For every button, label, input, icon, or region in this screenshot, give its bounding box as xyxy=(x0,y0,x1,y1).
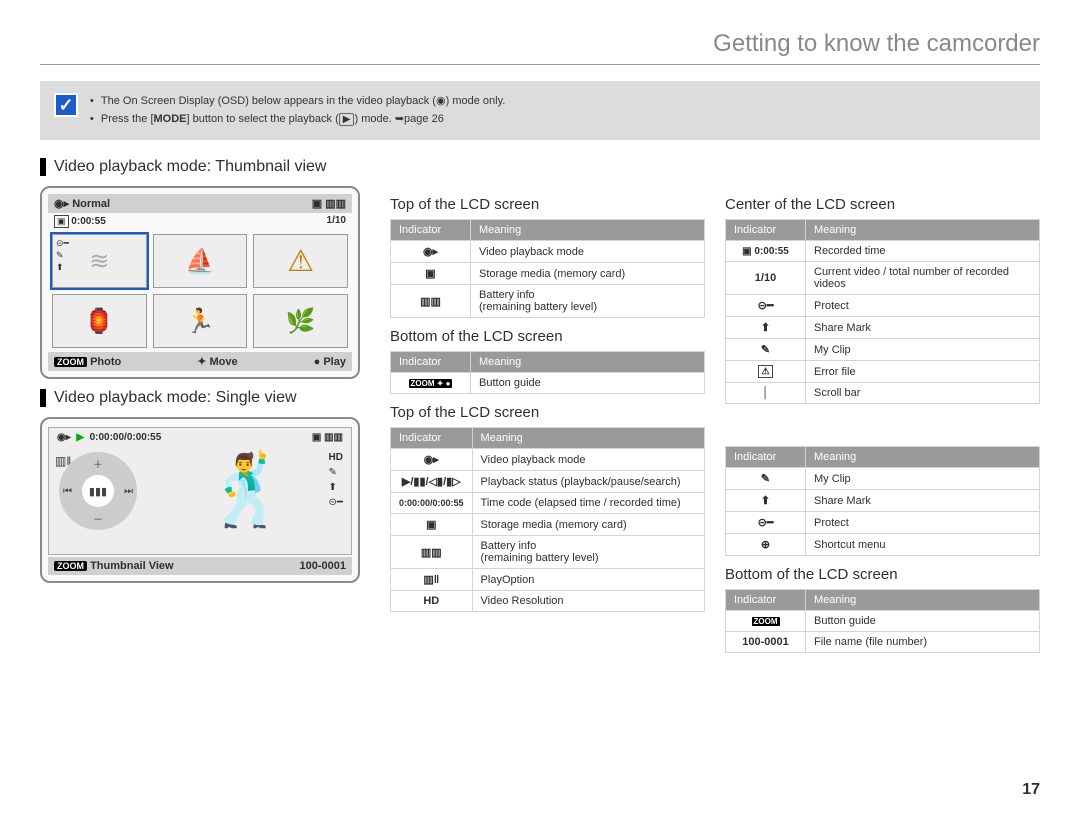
table-row: 100-0001File name (file number) xyxy=(726,632,1040,653)
thumbnail-6: 🌿 xyxy=(253,294,348,348)
note-list: The On Screen Display (OSD) below appear… xyxy=(90,93,505,128)
table-row: 1/10Current video / total number of reco… xyxy=(726,262,1040,295)
table-row: ⊕Shortcut menu xyxy=(726,534,1040,556)
table-row: ⊝━Protect xyxy=(726,512,1040,534)
sharemark-icon: ⬆ xyxy=(329,482,343,493)
protect-icon: ⊝━ xyxy=(726,512,806,534)
table-row: ▣Storage media (memory card) xyxy=(391,514,705,536)
battery-icon: ▥▥ xyxy=(391,536,473,569)
card-icon: ▣ xyxy=(391,263,471,285)
playback-mode-icon: ◉ xyxy=(436,95,446,107)
thumbnail-2: ⛵ xyxy=(153,234,248,288)
table-row: ⚠Error file xyxy=(726,361,1040,383)
card-icon: ▣ xyxy=(312,432,321,443)
table-row: ▣ 0:00:55Recorded time xyxy=(726,241,1040,262)
page-number: 17 xyxy=(1022,781,1040,799)
protect-icon: ⊝━ xyxy=(329,497,343,508)
sharemark-icon: ⬆ xyxy=(726,490,806,512)
play-icon: ▶ xyxy=(76,432,84,443)
table-row: HDVideo Resolution xyxy=(391,591,705,612)
card-icon: ▣ xyxy=(391,514,473,536)
lcd-single-body: ◉▸ ▶ 0:00:00/0:00:55 ▣ ▥▥ HD ✎ ⬆ ⊝━ ▥‖ ＋… xyxy=(48,427,352,555)
table-top-lcd-single-left: IndicatorMeaning ◉▸Video playback mode ▶… xyxy=(390,427,705,612)
table-row: ✎My Clip xyxy=(726,339,1040,361)
lcd-single-footer: ZOOM Thumbnail View 100-0001 xyxy=(48,557,352,575)
scrollbar-icon: │ xyxy=(726,383,806,404)
playback-mode-icon: ◉▸ xyxy=(57,432,71,443)
table-row: ▥▥Battery info (remaining battery level) xyxy=(391,536,705,569)
playback-mode-icon: ◉▸ xyxy=(391,449,473,471)
protect-icon: ⊝━ xyxy=(726,295,806,317)
section-heading-single: Video playback mode: Single view xyxy=(40,389,370,407)
checkmark-icon: ✓ xyxy=(54,93,78,117)
table-top-lcd-thumb: IndicatorMeaning ◉▸Video playback mode ▣… xyxy=(390,219,705,318)
thumbnail-grid: ⊝━✎⬆ ≋ ⛵ ⚠ 🏮 🏃 🌿 xyxy=(48,230,352,352)
battery-icon: ▥▥ xyxy=(391,285,471,318)
playback-status-icon: ▶/▮▮/◁▮/▮▷ xyxy=(391,471,473,493)
lcd-thumb-meta: ▣ 0:00:55 1/10 xyxy=(48,213,352,230)
table-row: ▥‖PlayOption xyxy=(391,569,705,591)
table-bottom-lcd-single: IndicatorMeaning ZOOMButton guide 100-00… xyxy=(725,589,1040,653)
thumbnail-4: 🏮 xyxy=(52,294,147,348)
lcd-single-view: ◉▸ ▶ 0:00:00/0:00:55 ▣ ▥▥ HD ✎ ⬆ ⊝━ ▥‖ ＋… xyxy=(40,417,360,583)
info-note-box: ✓ The On Screen Display (OSD) below appe… xyxy=(40,81,1040,140)
myclip-icon: ✎ xyxy=(726,339,806,361)
thumbnail-5: 🏃 xyxy=(153,294,248,348)
heading-bottom-lcd-1: Bottom of the LCD screen xyxy=(390,328,705,345)
table-row: ✎My Clip xyxy=(726,468,1040,490)
myclip-icon: ✎ xyxy=(726,468,806,490)
heading-bottom-lcd-2: Bottom of the LCD screen xyxy=(725,566,1040,583)
hd-icon: HD xyxy=(391,591,473,612)
control-dpad: ＋－ ⏮⏭ ▮▮▮ xyxy=(59,452,137,530)
single-right-overlay: HD ✎ ⬆ ⊝━ xyxy=(329,452,343,508)
battery-icon: ▥▥ xyxy=(325,198,346,210)
shortcut-menu-icon: ▮▮▮ xyxy=(82,475,114,507)
dancer-silhouette-icon: 🕺 xyxy=(204,450,291,532)
table-row: ⬆Share Mark xyxy=(726,317,1040,339)
single-top-overlay: ◉▸ ▶ 0:00:00/0:00:55 ▣ ▥▥ xyxy=(57,432,343,443)
heading-center-lcd: Center of the LCD screen xyxy=(725,196,1040,213)
error-icon: ⚠ xyxy=(726,361,806,383)
table-row: 0:00:00/0:00:55Time code (elapsed time /… xyxy=(391,493,705,514)
lcd-thumb-footer: ZOOM Photo ✦ Move ● Play xyxy=(48,352,352,371)
table-bottom-lcd-thumb: IndicatorMeaning ZOOM ✦ ●Button guide xyxy=(390,351,705,394)
table-row: ◉▸Video playback mode xyxy=(391,241,705,263)
table-row: │Scroll bar xyxy=(726,383,1040,404)
battery-icon: ▥▥ xyxy=(324,432,343,443)
heading-top-lcd-2: Top of the LCD screen xyxy=(390,404,705,421)
sharemark-icon: ⬆ xyxy=(726,317,806,339)
myclip-icon: ✎ xyxy=(329,467,343,478)
lcd-thumb-header: ◉▸ Normal ▣ ▥▥ xyxy=(48,194,352,213)
hd-badge: HD xyxy=(329,452,343,463)
table-row: ▥▥Battery info (remaining battery level) xyxy=(391,285,705,318)
note-line-1: The On Screen Display (OSD) below appear… xyxy=(90,93,505,111)
table-row: ▶/▮▮/◁▮/▮▷Playback status (playback/paus… xyxy=(391,471,705,493)
thumbnail-3-error: ⚠ xyxy=(253,234,348,288)
section-heading-thumbnail: Video playback mode: Thumbnail view xyxy=(40,158,1040,176)
table-top-lcd-single-right: IndicatorMeaning ✎My Clip ⬆Share Mark ⊝━… xyxy=(725,446,1040,556)
zoom-chip-icon: ZOOM xyxy=(752,617,780,626)
zoom-chip: ZOOM xyxy=(54,561,87,571)
playback-mode-icon: ◉▸ xyxy=(391,241,471,263)
shortcut-menu-icon: ⊕ xyxy=(726,534,806,556)
table-row: ⊝━Protect xyxy=(726,295,1040,317)
table-row: ZOOMButton guide xyxy=(726,611,1040,632)
table-center-lcd: IndicatorMeaning ▣ 0:00:55Recorded time … xyxy=(725,219,1040,404)
card-icon: ▣ xyxy=(312,198,322,210)
lcd-thumbnail-view: ◉▸ Normal ▣ ▥▥ ▣ 0:00:55 1/10 ⊝━✎⬆ ≋ ⛵ ⚠… xyxy=(40,186,360,379)
chapter-title: Getting to know the camcorder xyxy=(40,30,1040,65)
thumbnail-1-selected: ⊝━✎⬆ ≋ xyxy=(52,234,147,288)
table-row: ▣Storage media (memory card) xyxy=(391,263,705,285)
card-icon-small: ▣ xyxy=(54,215,69,228)
zoom-guide-icon: ZOOM ✦ ● xyxy=(409,379,453,388)
playoption-icon: ▥‖ xyxy=(391,569,473,591)
playback-icon: ▶ xyxy=(339,113,355,126)
table-row: ⬆Share Mark xyxy=(726,490,1040,512)
table-row: ZOOM ✦ ●Button guide xyxy=(391,373,705,394)
table-row: ◉▸Video playback mode xyxy=(391,449,705,471)
heading-top-lcd-1: Top of the LCD screen xyxy=(390,196,705,213)
note-line-2: Press the [MODE] button to select the pl… xyxy=(90,111,505,129)
playback-mode-small-icon: ◉▸ xyxy=(54,198,72,210)
zoom-chip: ZOOM xyxy=(54,357,87,367)
